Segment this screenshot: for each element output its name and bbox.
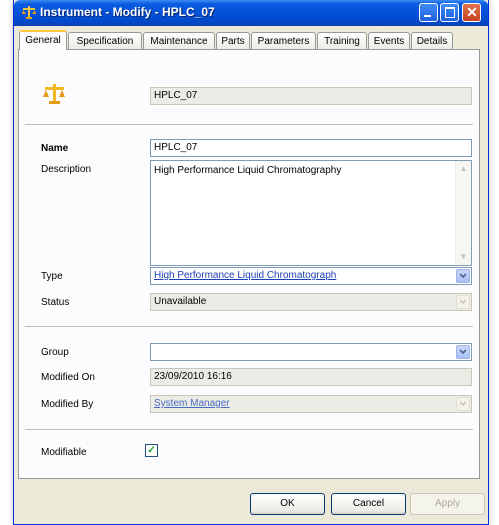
tab-details[interactable]: Details [411,32,453,49]
close-icon: ✕ [466,4,478,20]
status-label: Status [41,297,70,308]
modified-on-field: 23/09/2010 16:16 [150,368,472,386]
modified-by-value: System Manager [154,398,230,409]
modifiable-label: Modifiable [41,447,87,458]
tab-training[interactable]: Training [317,32,367,49]
chevron-down-icon [456,397,470,411]
chevron-down-icon[interactable] [456,345,470,359]
type-label: Type [41,271,63,282]
tab-parameters[interactable]: Parameters [251,32,316,49]
modified-by-select: System Manager [150,395,472,413]
maximize-button[interactable] [440,3,459,22]
modified-on-label: Modified On [41,372,95,383]
maximize-icon [445,7,455,18]
modified-by-label: Modified By [41,399,94,410]
instrument-id-field: HPLC_07 [150,87,472,105]
checkmark-icon: ✓ [147,445,156,456]
description-scrollbar[interactable]: ▲ ▼ [455,161,471,265]
apply-button[interactable]: Apply [410,493,485,515]
type-value: High Performance Liquid Chromatograph [154,270,337,281]
group-label: Group [41,347,69,358]
tab-strip: General Specification Maintenance Parts … [14,30,488,50]
close-button[interactable]: ✕ [462,3,481,22]
name-input[interactable]: HPLC_07 [150,139,472,157]
minimize-icon [424,15,431,17]
minimize-button[interactable] [419,3,438,22]
description-text: High Performance Liquid Chromatography [154,165,342,176]
divider [25,429,473,430]
scales-icon [22,5,36,19]
group-select[interactable] [150,343,472,361]
tab-maintenance[interactable]: Maintenance [143,32,215,49]
tab-parts[interactable]: Parts [216,32,250,49]
description-label: Description [41,164,92,175]
scales-icon [43,83,65,105]
description-textarea[interactable]: High Performance Liquid Chromatography ▲… [150,160,472,266]
scroll-down-icon[interactable]: ▼ [457,250,470,263]
name-label: Name [41,143,69,154]
general-panel: HPLC_07 Name HPLC_07 Description High Pe… [18,49,480,479]
scroll-up-icon[interactable]: ▲ [457,162,470,175]
divider [25,124,473,125]
cancel-button[interactable]: Cancel [331,493,406,515]
ok-button[interactable]: OK [250,493,325,515]
instrument-modify-dialog: Instrument - Modify - HPLC_07 ✕ General … [13,0,489,525]
tab-general[interactable]: General [19,30,67,50]
divider [25,326,473,327]
tab-specification[interactable]: Specification [68,32,142,49]
type-select[interactable]: High Performance Liquid Chromatograph [150,267,472,285]
chevron-down-icon[interactable] [456,269,470,283]
modifiable-checkbox[interactable]: ✓ [145,444,158,457]
window-title: Instrument - Modify - HPLC_07 [40,5,215,19]
status-select: Unavailable [150,293,472,311]
status-value: Unavailable [154,296,207,307]
title-bar[interactable]: Instrument - Modify - HPLC_07 ✕ [14,0,488,26]
tab-events[interactable]: Events [368,32,410,49]
chevron-down-icon [456,295,470,309]
